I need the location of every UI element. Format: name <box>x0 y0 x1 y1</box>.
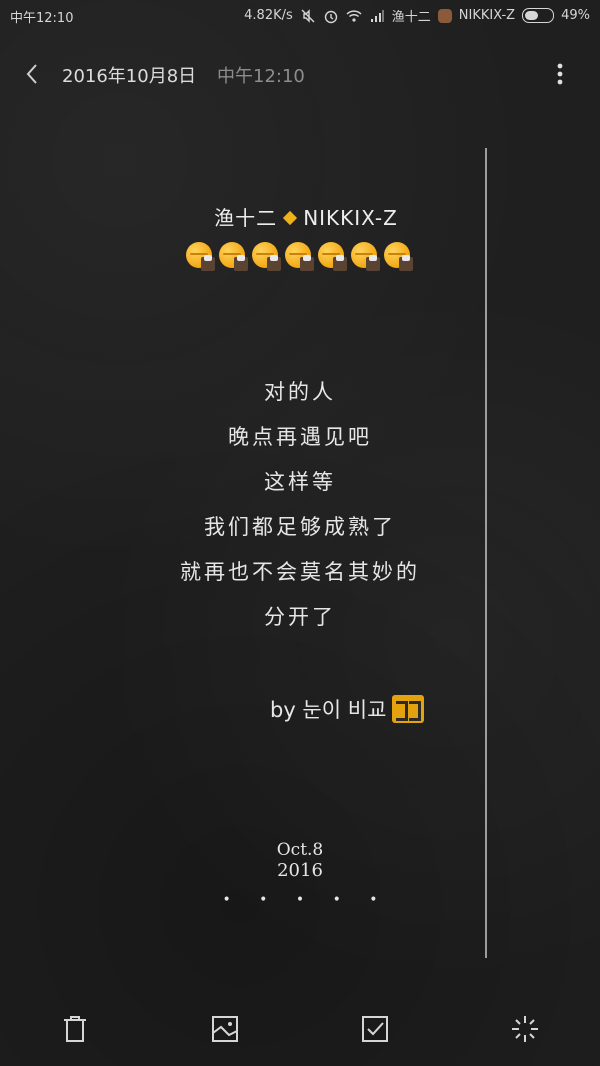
account-name: NIKKIX-Z <box>458 8 516 23</box>
note-date: 2016年10月8日 <box>62 66 197 87</box>
basketball-emoji-icon <box>186 242 216 272</box>
wifi-icon <box>346 9 362 22</box>
note-header: 2016年10月8日 中午12:10 <box>0 56 600 92</box>
basketball-emoji-icon <box>219 242 249 272</box>
signature: by 눈이 비교 <box>270 694 425 724</box>
mute-icon <box>301 8 315 23</box>
title-right: NIKKIX-Z <box>303 206 398 230</box>
badge-icon <box>392 695 425 723</box>
poem-line: 我们都足够成熟了 <box>204 515 396 539</box>
back-arrow-icon[interactable] <box>20 60 44 88</box>
battery-icon <box>522 8 555 23</box>
poem-line: 对的人 <box>264 380 336 404</box>
battery-percent: 49% <box>561 8 590 23</box>
carrier-name: 渔十二 <box>391 10 431 25</box>
note-title: 渔十二 NIKKIX-Z <box>0 202 600 231</box>
dots-divider: • • • • • <box>222 892 390 908</box>
diamond-icon <box>283 210 298 226</box>
date-year: 2016 <box>277 860 323 881</box>
bear-icon <box>437 8 452 23</box>
trash-icon[interactable] <box>59 1013 91 1045</box>
network-speed: 4.82K/s <box>244 8 293 23</box>
image-icon[interactable] <box>209 1013 241 1045</box>
more-menu-icon[interactable] <box>550 60 570 88</box>
basketball-emoji-icon <box>285 242 315 272</box>
margin-line <box>485 148 487 958</box>
basketball-emoji-icon <box>351 242 381 272</box>
signal-icon <box>370 9 384 22</box>
battery-fill <box>525 11 539 20</box>
sparkle-icon[interactable] <box>509 1013 541 1045</box>
checkbox-icon[interactable] <box>359 1013 391 1045</box>
poem-line: 分开了 <box>264 605 336 629</box>
status-right-group: 4.82K/s 渔十二 NIKKIX-Z 49% <box>244 6 590 25</box>
status-time: 中午12:10 <box>10 11 74 26</box>
bottom-toolbar <box>0 1005 600 1055</box>
note-time: 中午12:10 <box>217 66 305 87</box>
title-left: 渔十二 <box>214 206 278 230</box>
signature-text: by 눈이 비교 <box>270 698 387 722</box>
basketball-emoji-icon <box>252 242 282 272</box>
basketball-emoji-icon <box>384 242 414 272</box>
poem-line: 这样等 <box>264 470 336 494</box>
status-bar: 中午12:10 4.82K/s 渔十二 NIKKIX-Z 49% <box>0 0 600 30</box>
poem-line: 就再也不会莫名其妙的 <box>180 560 420 584</box>
emoji-row <box>186 242 414 272</box>
poem-line: 晚点再遇见吧 <box>228 425 372 449</box>
alarm-icon <box>324 10 337 23</box>
basketball-emoji-icon <box>318 242 348 272</box>
date-month-day: Oct.8 <box>276 840 324 860</box>
